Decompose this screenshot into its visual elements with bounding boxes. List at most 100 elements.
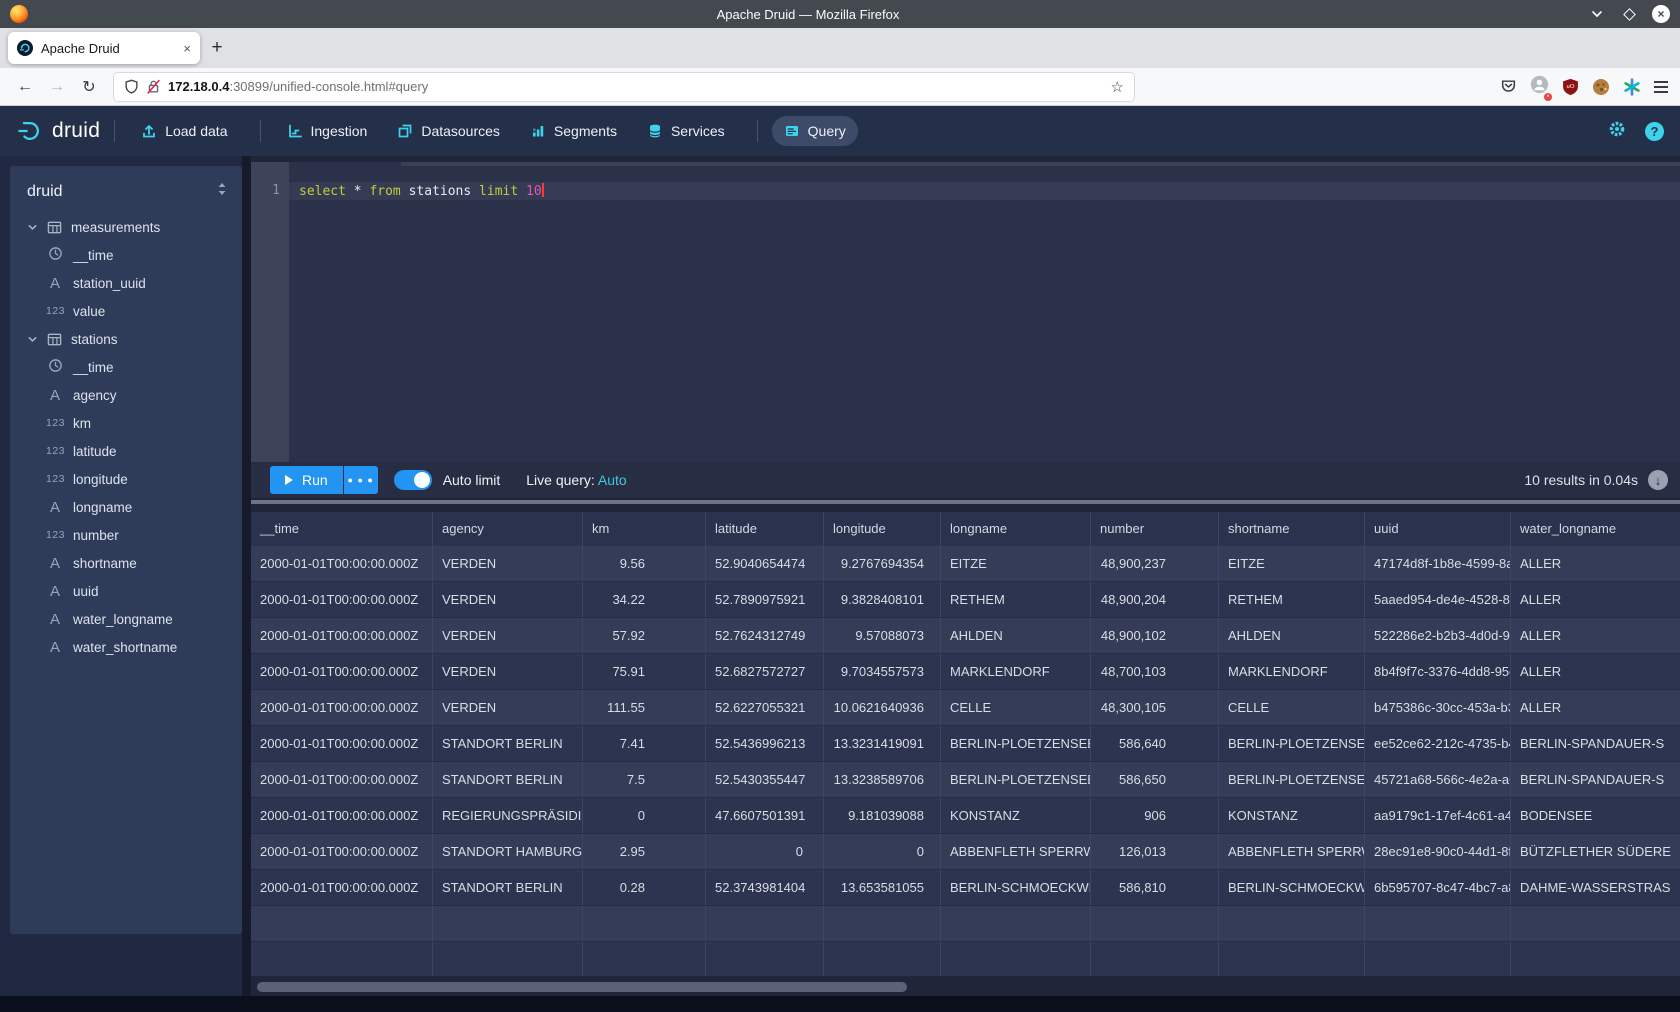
- cell-agency[interactable]: VERDEN: [433, 546, 583, 581]
- cell-longname[interactable]: RETHEM: [941, 582, 1091, 617]
- tree-item-km[interactable]: 123km: [10, 409, 242, 437]
- tree-item---time[interactable]: __time: [10, 241, 242, 269]
- horizontal-scrollbar[interactable]: [255, 980, 1676, 994]
- cell-agency[interactable]: VERDEN: [433, 654, 583, 689]
- cell-latitude[interactable]: 52.5436996213: [706, 726, 824, 761]
- cell-longitude[interactable]: 13.653581055: [824, 870, 941, 905]
- column-header---time[interactable]: __time: [251, 512, 433, 546]
- cell-km[interactable]: 111.55: [583, 690, 706, 725]
- reload-button[interactable]: ↻: [76, 74, 102, 100]
- cell-uuid[interactable]: 6b595707-8c47-4bc7-a8: [1365, 870, 1511, 905]
- cell-water-longname[interactable]: ALLER: [1511, 690, 1680, 725]
- browser-tab-apache-druid[interactable]: Apache Druid ×: [8, 32, 200, 64]
- cell-longitude[interactable]: 10.0621640936: [824, 690, 941, 725]
- cell---time[interactable]: 2000-01-01T00:00:00.000Z: [251, 870, 433, 905]
- cell-km[interactable]: 9.56: [583, 546, 706, 581]
- cell-water-longname[interactable]: ALLER: [1511, 618, 1680, 653]
- nav-item-query[interactable]: Query: [772, 116, 858, 146]
- cell-longname[interactable]: BERLIN-PLOETZENSEE C: [941, 726, 1091, 761]
- cell-number[interactable]: 586,650: [1091, 762, 1219, 797]
- cell-water-longname[interactable]: BERLIN-SPANDAUER-S: [1511, 726, 1680, 761]
- cell-uuid[interactable]: 8b4f9f7c-3376-4dd8-95c: [1365, 654, 1511, 689]
- druid-brand[interactable]: druid: [16, 118, 100, 145]
- cell-uuid[interactable]: 47174d8f-1b8e-4599-8a: [1365, 546, 1511, 581]
- shield-icon[interactable]: [124, 79, 139, 94]
- cell---time[interactable]: 2000-01-01T00:00:00.000Z: [251, 762, 433, 797]
- cell-km[interactable]: 75.91: [583, 654, 706, 689]
- cell-number[interactable]: 906: [1091, 798, 1219, 833]
- cell---time[interactable]: 2000-01-01T00:00:00.000Z: [251, 546, 433, 581]
- cell-longitude[interactable]: 13.3238589706: [824, 762, 941, 797]
- column-header-agency[interactable]: agency: [433, 512, 583, 546]
- cell-number[interactable]: 48,300,105: [1091, 690, 1219, 725]
- cell-latitude[interactable]: 0: [706, 834, 824, 869]
- cell-agency[interactable]: REGIERUNGSPRÄSIDIUM: [433, 798, 583, 833]
- cell-water-longname[interactable]: BERLIN-SPANDAUER-S: [1511, 762, 1680, 797]
- nav-item-datasources[interactable]: Datasources: [385, 116, 512, 146]
- cell-km[interactable]: 0.28: [583, 870, 706, 905]
- column-header-latitude[interactable]: latitude: [706, 512, 824, 546]
- sql-query-text[interactable]: select * from stations limit 10: [289, 183, 1680, 200]
- schema-header[interactable]: druid: [10, 178, 242, 213]
- tree-item-longname[interactable]: Alongname: [10, 493, 242, 521]
- insecure-lock-icon[interactable]: [146, 79, 161, 94]
- download-results-icon[interactable]: ↓: [1648, 470, 1668, 490]
- cell-number[interactable]: 48,900,237: [1091, 546, 1219, 581]
- cell-water-longname[interactable]: ALLER: [1511, 582, 1680, 617]
- nav-item-services[interactable]: Services: [635, 116, 737, 146]
- live-query-value[interactable]: Auto: [598, 472, 627, 488]
- cell-shortname[interactable]: RETHEM: [1219, 582, 1365, 617]
- maximize-button[interactable]: [1620, 5, 1638, 23]
- cell-shortname[interactable]: MARKLENDORF: [1219, 654, 1365, 689]
- cell-latitude[interactable]: 52.5430355447: [706, 762, 824, 797]
- extension-asterisk-icon[interactable]: [1623, 78, 1641, 96]
- cell-number[interactable]: 48,700,103: [1091, 654, 1219, 689]
- cell-longname[interactable]: ABBENFLETH SPERRWER: [941, 834, 1091, 869]
- cell-latitude[interactable]: 52.3743981404: [706, 870, 824, 905]
- cell-agency[interactable]: STANDORT BERLIN: [433, 726, 583, 761]
- cell-uuid[interactable]: 522286e2-b2b3-4d0d-9a: [1365, 618, 1511, 653]
- cell-number[interactable]: 48,900,102: [1091, 618, 1219, 653]
- column-header-shortname[interactable]: shortname: [1219, 512, 1365, 546]
- cell---time[interactable]: 2000-01-01T00:00:00.000Z: [251, 654, 433, 689]
- cell---time[interactable]: 2000-01-01T00:00:00.000Z: [251, 726, 433, 761]
- cell-shortname[interactable]: KONSTANZ: [1219, 798, 1365, 833]
- cell-number[interactable]: 126,013: [1091, 834, 1219, 869]
- scrollbar-thumb[interactable]: [257, 982, 907, 992]
- cell-km[interactable]: 34.22: [583, 582, 706, 617]
- tree-item-longitude[interactable]: 123longitude: [10, 465, 242, 493]
- cell-longname[interactable]: MARKLENDORF: [941, 654, 1091, 689]
- cell---time[interactable]: 2000-01-01T00:00:00.000Z: [251, 690, 433, 725]
- cell-longname[interactable]: BERLIN-PLOETZENSEE U: [941, 762, 1091, 797]
- cell-shortname[interactable]: BERLIN-SCHMOECKWITZ: [1219, 870, 1365, 905]
- nav-item-load-data[interactable]: Load data: [129, 116, 239, 146]
- chevron-down-icon[interactable]: [27, 222, 38, 233]
- url-bar[interactable]: 172.18.0.4:30899/unified-console.html#qu…: [114, 73, 1134, 101]
- tree-item-water-shortname[interactable]: Awater_shortname: [10, 633, 242, 661]
- column-header-longitude[interactable]: longitude: [824, 512, 941, 546]
- cell-uuid[interactable]: 28ec91e8-90c0-44d1-8f: [1365, 834, 1511, 869]
- cell-latitude[interactable]: 52.7890975921: [706, 582, 824, 617]
- cell-longitude[interactable]: 13.3231419091: [824, 726, 941, 761]
- new-tab-button[interactable]: +: [200, 37, 234, 59]
- column-header-longname[interactable]: longname: [941, 512, 1091, 546]
- cell-latitude[interactable]: 52.6227055321: [706, 690, 824, 725]
- cell-shortname[interactable]: BERLIN-PLOETZENSEE U: [1219, 762, 1365, 797]
- cell-number[interactable]: 48,900,204: [1091, 582, 1219, 617]
- tree-item-station-uuid[interactable]: Astation_uuid: [10, 269, 242, 297]
- cell-longitude[interactable]: 9.3828408101: [824, 582, 941, 617]
- cell-shortname[interactable]: EITZE: [1219, 546, 1365, 581]
- cell-latitude[interactable]: 52.7624312749: [706, 618, 824, 653]
- cell---time[interactable]: 2000-01-01T00:00:00.000Z: [251, 798, 433, 833]
- cell-uuid[interactable]: b475386c-30cc-453a-b3: [1365, 690, 1511, 725]
- cell-number[interactable]: 586,810: [1091, 870, 1219, 905]
- profile-icon[interactable]: ×: [1530, 75, 1549, 99]
- cell-number[interactable]: 586,640: [1091, 726, 1219, 761]
- cell-water-longname[interactable]: DAHME-WASSERSTRAS: [1511, 870, 1680, 905]
- cell-uuid[interactable]: 45721a68-566c-4e2a-a6: [1365, 762, 1511, 797]
- cell-km[interactable]: 7.41: [583, 726, 706, 761]
- settings-button[interactable]: [1607, 119, 1627, 144]
- tree-item-number[interactable]: 123number: [10, 521, 242, 549]
- tree-item-measurements[interactable]: measurements: [10, 213, 242, 241]
- cell-water-longname[interactable]: BÜTZFLETHER SÜDERE: [1511, 834, 1680, 869]
